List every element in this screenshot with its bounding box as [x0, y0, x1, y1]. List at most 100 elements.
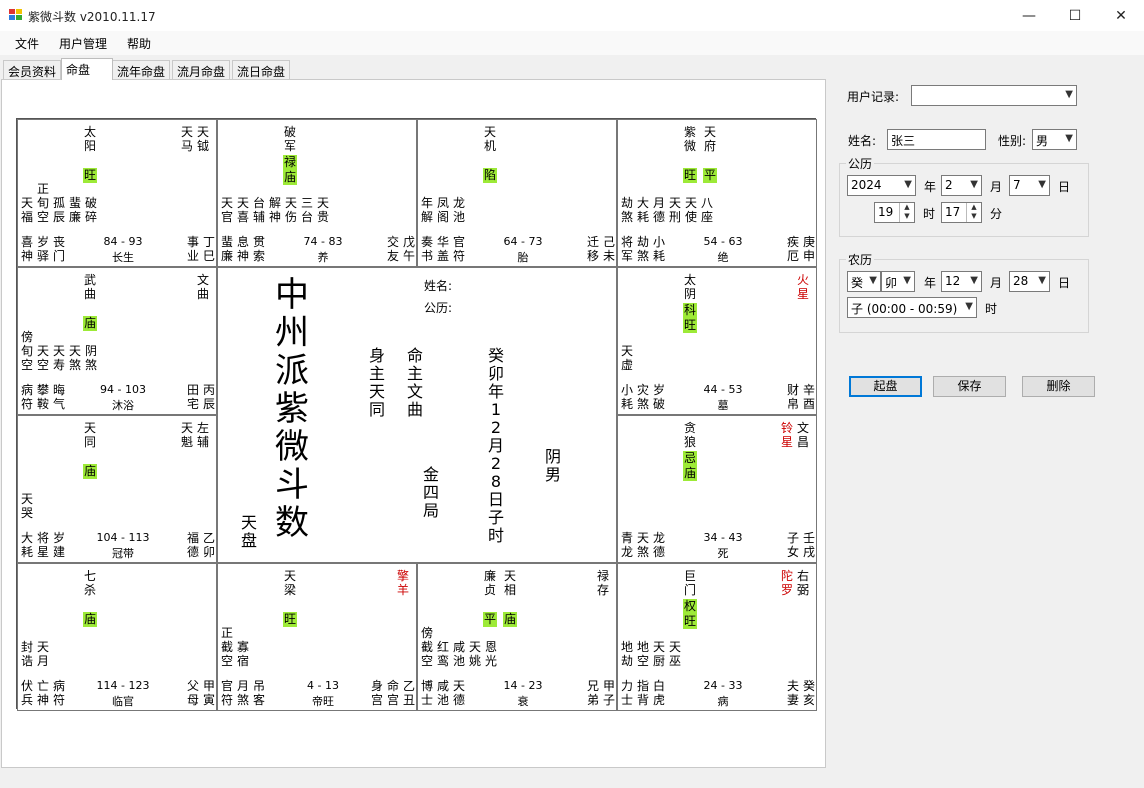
solar-month-select[interactable]: 2 ▼ — [941, 175, 982, 196]
star-brightness-badge: 庙 — [83, 612, 97, 627]
palace-name: 田宅 — [186, 383, 199, 411]
minor-star: 天巫 — [668, 640, 681, 668]
tab-yearly-chart[interactable]: 流年命盘 — [112, 60, 171, 79]
minor-star: 凤阁 — [436, 196, 449, 224]
solar-day-select[interactable]: 7 ▼ — [1009, 175, 1050, 196]
solar-year-select[interactable]: 2024 ▼ — [847, 175, 916, 196]
main-star: 武曲 — [83, 273, 96, 301]
name-field[interactable]: 张三 — [887, 129, 986, 150]
minor-star: 封诰 — [20, 640, 33, 668]
star-brightness-badge: 旺 — [83, 168, 97, 183]
palace-午: 破军禄庙天官 天喜 台辅 解神 天伤 三台 天贵 蜚廉 息神 贯索 74 - 83 养 交友 戊午 — [217, 119, 417, 267]
star-brightness-badge: 旺 — [683, 318, 697, 333]
lunar-group: 农历 癸 ▼ 卯 ▼ 年 12 ▼ 月 28 ▼ 日 子 (00:00 - 00:59)… — [839, 251, 1089, 333]
month-unit: 月 — [990, 180, 1003, 194]
minute-spin-buttons[interactable]: ▲ ▼ — [966, 203, 981, 222]
body-master: 身主天同 — [368, 346, 385, 419]
palace-name: 命宫 — [386, 679, 399, 707]
spirit-star: 亡神 — [36, 679, 49, 707]
gender-yinyang: 阴男 — [544, 447, 561, 484]
chevron-down-icon: ▼ — [1038, 275, 1046, 286]
minor-star: 红鸾 — [436, 640, 449, 668]
solar-hour-value: 19 — [878, 205, 894, 219]
close-button[interactable]: ✕ — [1098, 0, 1144, 31]
maximize-button[interactable]: ☐ — [1052, 0, 1098, 31]
solar-hour-spinner[interactable]: 19 ▲ ▼ — [874, 202, 915, 223]
lunar-month-select[interactable]: 12 ▼ — [941, 271, 982, 292]
main-star: 七杀 — [83, 569, 96, 597]
gender-select[interactable]: 男 ▼ — [1032, 129, 1077, 150]
spin-down-icon[interactable]: ▼ — [967, 212, 981, 221]
lunar-day-select[interactable]: 28 ▼ — [1009, 271, 1050, 292]
aux-star: 天魁 — [180, 421, 193, 449]
spirit-star: 博士 — [420, 679, 433, 707]
palace-age-range: 14 - 23 — [503, 679, 543, 692]
palace-life-stage: 死 — [717, 547, 729, 560]
chevron-down-icon: ▼ — [869, 275, 877, 286]
main-star: 太阳 — [83, 125, 96, 153]
aux-star: 火星 — [796, 273, 809, 301]
palace-name: 癸亥 — [802, 679, 815, 707]
spirit-star: 将星 — [36, 531, 49, 559]
lunar-hour-select[interactable]: 子 (00:00 - 00:59) ▼ — [847, 297, 977, 318]
solar-day-value: 7 — [1013, 178, 1021, 192]
palace-卯: 天同庙 天魁 左辅 天哭 大耗 将星 岁建 104 - 113 冠带 福德 乙卯 — [17, 415, 217, 563]
main-star: 天相 — [503, 569, 516, 597]
minor-star: 阴煞 — [84, 344, 97, 372]
tab-daily-chart[interactable]: 流日命盘 — [232, 60, 291, 79]
tab-monthly-chart[interactable]: 流月命盘 — [172, 60, 231, 79]
palace-name: 辛酉 — [802, 383, 815, 411]
star-brightness-badge: 平 — [703, 168, 717, 183]
menu-user-management[interactable]: 用户管理 — [59, 35, 107, 52]
palace-丑: 天梁旺 擎羊 正截空 寡宿 官符 月煞 吊客 4 - 13 帝旺 身宫 命宫 乙丑 — [217, 563, 417, 711]
lunar-branch-value: 卯 — [885, 276, 898, 290]
tab-member-info[interactable]: 会员资料 — [3, 60, 62, 79]
start-chart-button[interactable]: 起盘 — [849, 376, 922, 397]
spirit-star: 奏书 — [420, 235, 433, 263]
spin-down-icon[interactable]: ▼ — [900, 212, 914, 221]
aux-star: 铃星 — [780, 421, 793, 449]
minor-star: 大耗 — [636, 196, 649, 224]
minor-star: 天刑 — [668, 196, 681, 224]
lunar-stem-select[interactable]: 癸 ▼ — [847, 271, 881, 292]
chevron-down-icon: ▼ — [903, 275, 911, 286]
menu-file[interactable]: 文件 — [15, 35, 39, 52]
palace-life-stage: 养 — [317, 251, 329, 264]
palace-age-range: 4 - 13 — [307, 679, 339, 692]
star-brightness-badge: 庙 — [83, 464, 97, 479]
hour-spin-buttons[interactable]: ▲ ▼ — [899, 203, 914, 222]
star-brightness-badge: 禄 — [283, 155, 297, 170]
maximize-icon: ☐ — [1068, 7, 1082, 24]
delete-button[interactable]: 删除 — [1022, 376, 1095, 397]
user-record-select[interactable]: ▼ — [911, 85, 1077, 106]
palace-life-stage: 墓 — [717, 399, 729, 412]
minor-star: 地劫 — [620, 640, 633, 668]
palace-age-range: 34 - 43 — [703, 531, 743, 544]
tab-chart[interactable]: 命盘 — [61, 58, 113, 80]
minimize-button[interactable]: — — [1006, 0, 1052, 31]
lunar-branch-select[interactable]: 卯 ▼ — [881, 271, 915, 292]
star-brightness-badge: 旺 — [683, 168, 697, 183]
palace-未: 天机陷年解 凤阁 龙池 奏书 华盖 官符 64 - 73 胎 迁移 己未 — [417, 119, 617, 267]
spirit-star: 岁破 — [652, 383, 665, 411]
palace-name: 丁巳 — [202, 235, 215, 263]
save-button[interactable]: 保存 — [933, 376, 1006, 397]
main-star: 天梁 — [283, 569, 296, 597]
user-record-label: 用户记录: — [847, 90, 900, 104]
minor-star: 天贵 — [316, 196, 329, 224]
lunar-date: 癸卯年12月28日子时 — [487, 346, 504, 545]
spin-up-icon[interactable]: ▲ — [900, 203, 914, 212]
palace-申: 紫微 天府旺平劫煞 大耗 月德 天刑 天使 八座 将军 劫煞 小耗 54 - 63 绝疾厄 庚申 — [617, 119, 817, 267]
close-icon: ✕ — [1115, 7, 1127, 24]
minor-star: 正旬空 — [36, 182, 49, 224]
palace-name: 乙丑 — [402, 679, 415, 707]
solar-group-title: 公历 — [846, 155, 875, 172]
palace-life-stage: 病 — [717, 695, 729, 708]
palace-life-stage: 帝旺 — [312, 695, 334, 708]
solar-minute-spinner[interactable]: 17 ▲ ▼ — [941, 202, 982, 223]
spirit-star: 吊客 — [252, 679, 265, 707]
spin-up-icon[interactable]: ▲ — [967, 203, 981, 212]
lunar-group-title: 农历 — [846, 251, 875, 268]
spirit-star: 蜚廉 — [220, 235, 233, 263]
menu-help[interactable]: 帮助 — [127, 35, 151, 52]
